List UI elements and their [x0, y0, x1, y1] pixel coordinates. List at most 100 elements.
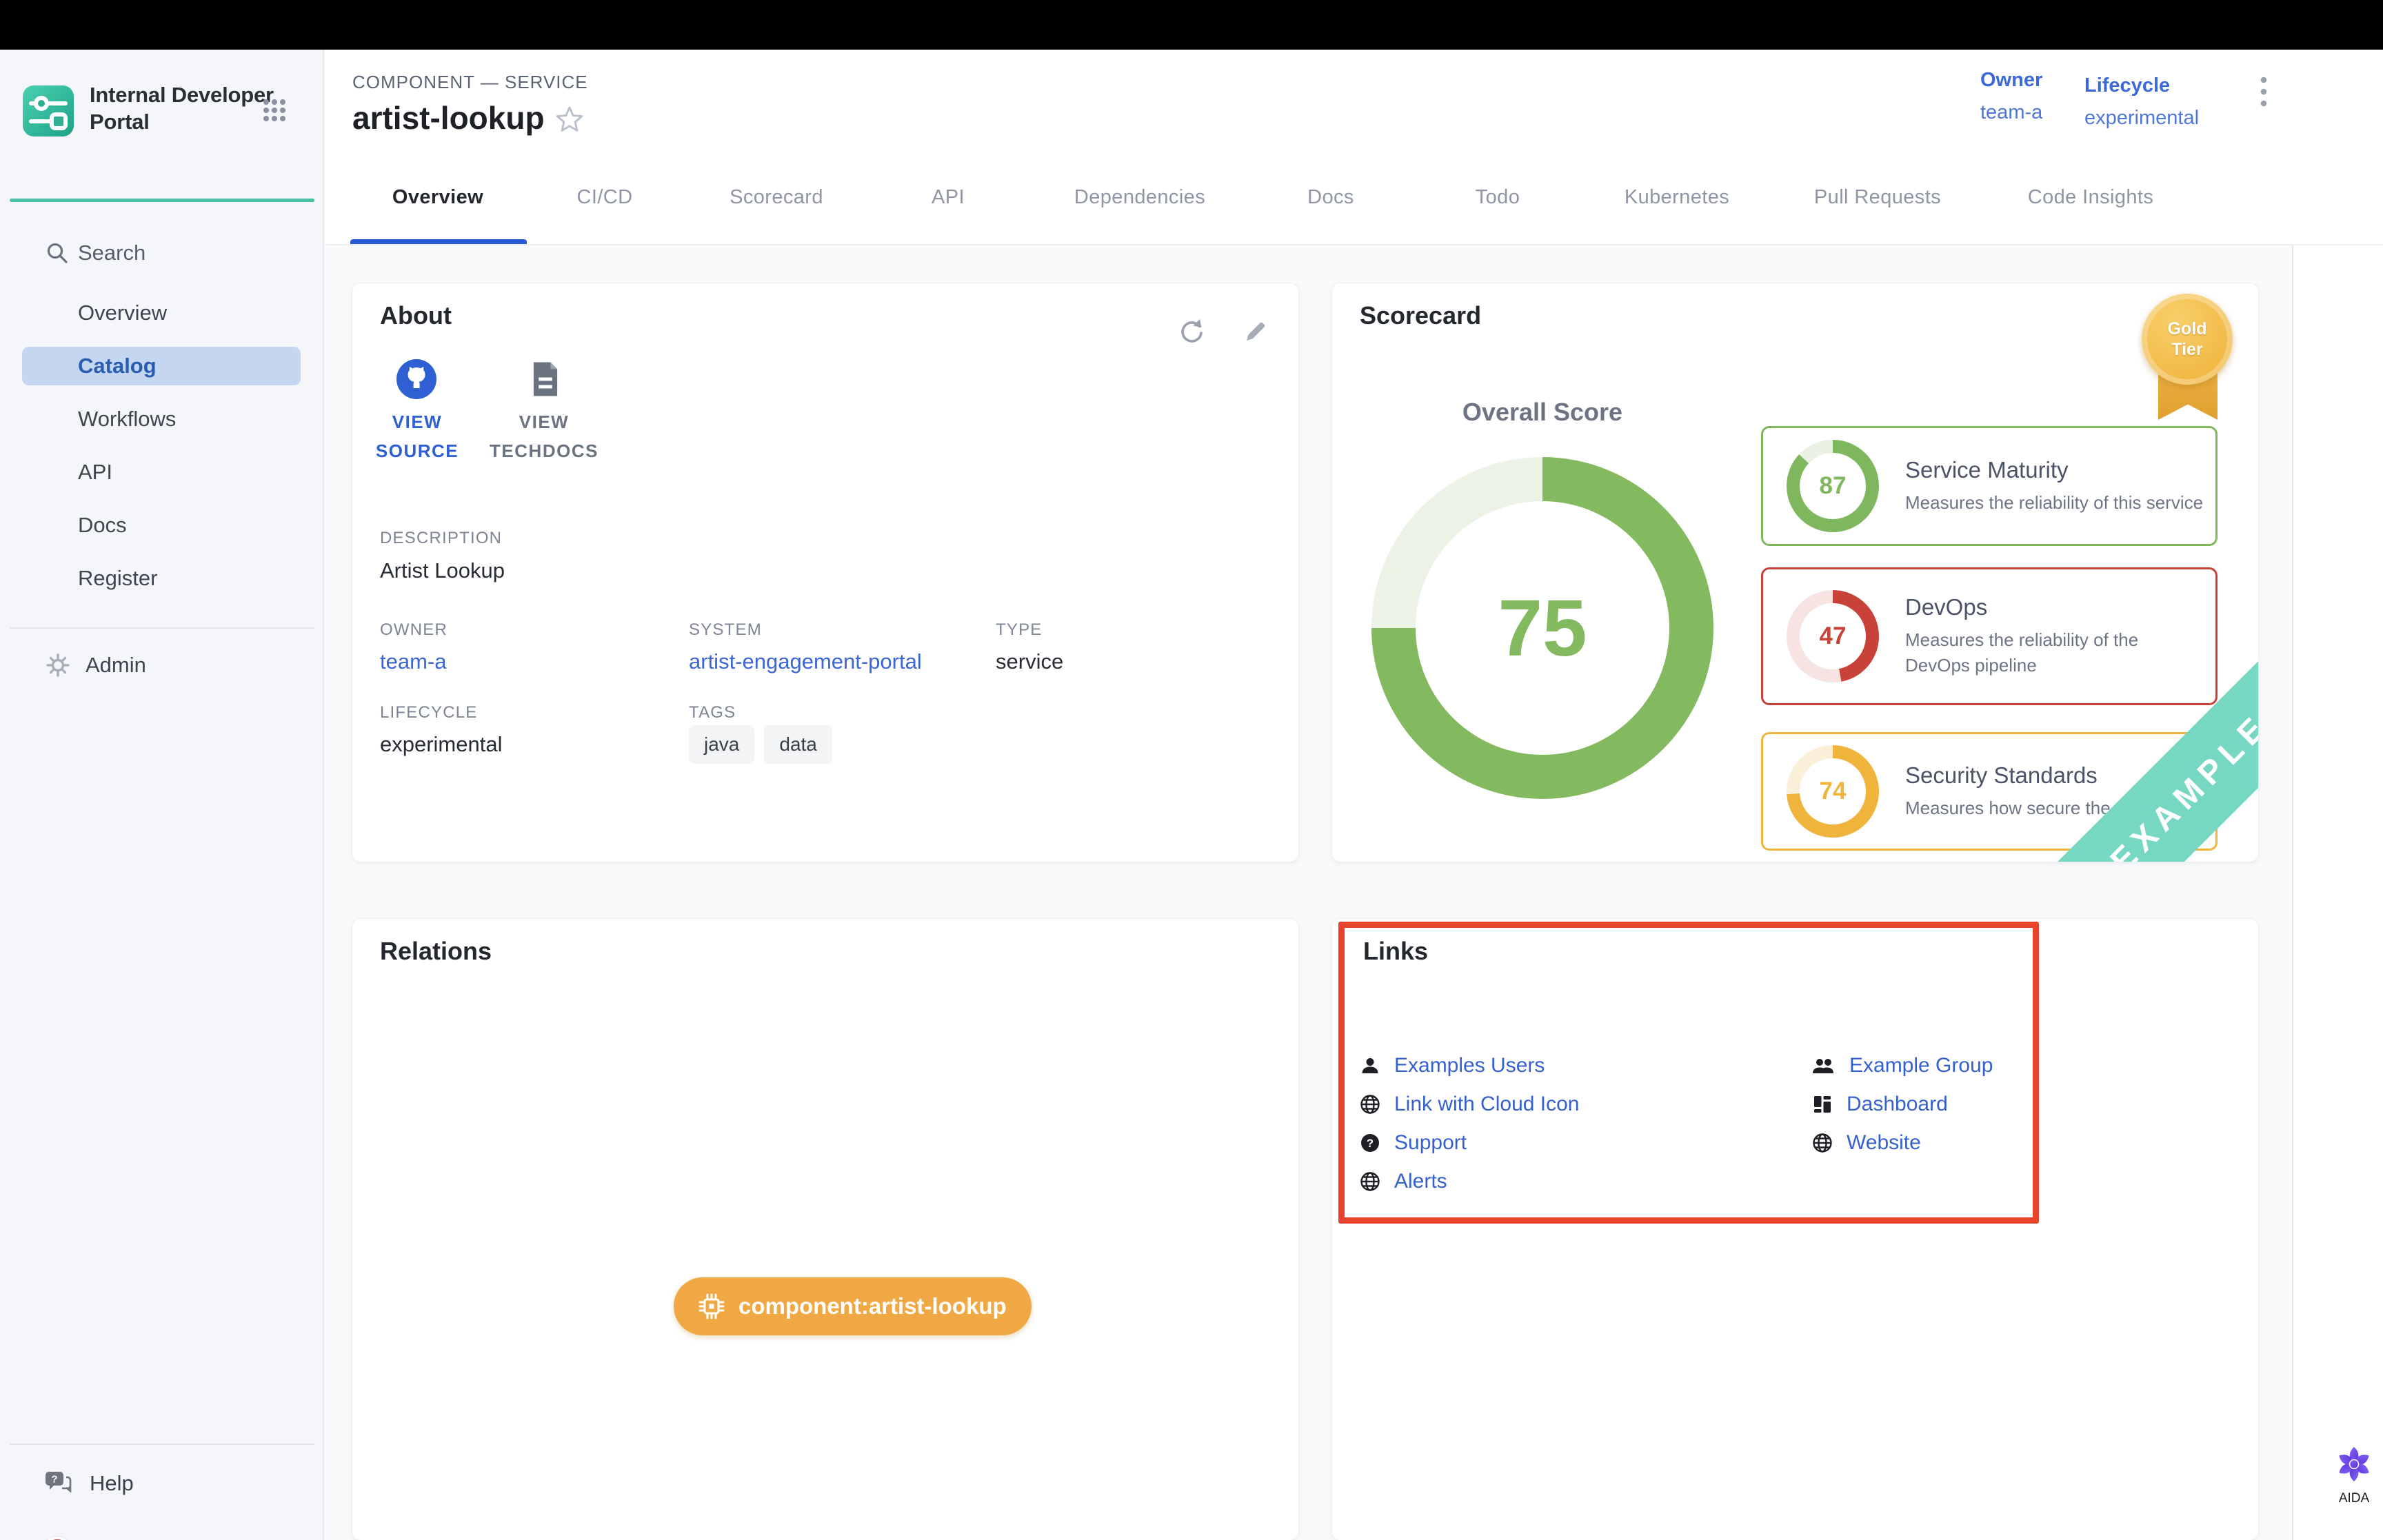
sidebar-item-api[interactable]: API: [22, 453, 301, 492]
apps-grid-icon[interactable]: [262, 98, 287, 123]
owner-value[interactable]: team-a: [1980, 101, 2042, 124]
page-title: artist-lookup: [352, 99, 545, 136]
view-source-link[interactable]: VIEW SOURCE: [361, 407, 473, 465]
tab-overview[interactable]: Overview: [392, 186, 483, 209]
link-label: Dashboard: [1847, 1093, 1948, 1116]
sidebar-item-label: Workflows: [78, 407, 176, 432]
right-panel: [2292, 50, 2383, 1540]
tab-scorecard[interactable]: Scorecard: [730, 186, 823, 209]
description-value: Artist Lookup: [380, 558, 505, 583]
app-name: Internal Developer Portal: [90, 81, 274, 135]
tab-kubernetes[interactable]: Kubernetes: [1625, 186, 1729, 209]
lifecycle-field-label: LIFECYCLE: [380, 703, 478, 722]
tab-pull-requests[interactable]: Pull Requests: [1814, 186, 1941, 209]
lifecycle-value: experimental: [2084, 107, 2199, 130]
tags-field-label: TAGS: [689, 703, 736, 722]
metric-name: Security Standards: [1905, 762, 2140, 789]
metric-name: Service Maturity: [1905, 457, 2203, 483]
user-icon: [1360, 1055, 1380, 1076]
owner-label: Owner: [1980, 69, 2042, 92]
avatar: DP: [41, 1537, 73, 1540]
sidebar-item-label: Overview: [78, 301, 167, 325]
link-label: Alerts: [1394, 1170, 1447, 1193]
metric-card-service-maturity[interactable]: 87 Service Maturity Measures the reliabi…: [1761, 426, 2218, 546]
sidebar-help[interactable]: ? Help: [0, 1464, 324, 1503]
tag-chip[interactable]: data: [764, 725, 832, 764]
globe-icon: [1812, 1133, 1833, 1153]
lifecycle-label: Lifecycle: [2084, 74, 2199, 97]
dashboard-icon: [1812, 1094, 1833, 1115]
metric-score: 74: [1820, 778, 1847, 805]
links-column-1: Examples Users Link with Cloud Icon ? Su…: [1360, 1050, 1579, 1204]
links-card: Links Examples Users Link with Cloud Ico…: [1332, 919, 2258, 1540]
link-dashboard[interactable]: Dashboard: [1812, 1088, 1993, 1120]
tab-api[interactable]: API: [932, 186, 965, 209]
owner-field-label: OWNER: [380, 620, 448, 640]
favorite-star-icon[interactable]: [554, 105, 585, 139]
metric-score: 87: [1820, 472, 1847, 500]
relation-node-label: component:artist-lookup: [738, 1293, 1007, 1319]
link-website[interactable]: Website: [1812, 1127, 1993, 1159]
links-title: Links: [1363, 937, 1428, 966]
sidebar-item-label: API: [78, 460, 112, 485]
relation-node-chip[interactable]: component:artist-lookup: [674, 1277, 1032, 1335]
help-chat-icon: ?: [44, 1470, 73, 1497]
aida-flower-icon: [2335, 1445, 2373, 1483]
aida-assistant-widget[interactable]: AIDA: [2329, 1445, 2379, 1506]
breadcrumb: COMPONENT — SERVICE: [352, 72, 588, 93]
tab-dependencies[interactable]: Dependencies: [1074, 186, 1205, 209]
help-label: Help: [90, 1471, 134, 1496]
sidebar-item-label: Docs: [78, 513, 127, 538]
link-support[interactable]: ? Support: [1360, 1127, 1579, 1159]
refresh-icon[interactable]: [1176, 316, 1207, 350]
sidebar-divider: [10, 627, 314, 629]
svg-text:?: ?: [51, 1474, 57, 1486]
github-icon[interactable]: [396, 359, 436, 403]
sidebar-search[interactable]: Search: [0, 232, 324, 274]
tab-todo[interactable]: Todo: [1476, 186, 1520, 209]
sidebar-item-overview[interactable]: Overview: [22, 294, 301, 332]
owner-block[interactable]: Owner team-a: [1980, 69, 2042, 124]
sidebar-item-catalog[interactable]: Catalog: [22, 347, 301, 385]
link-label: Examples Users: [1394, 1054, 1545, 1077]
tab-cicd[interactable]: CI/CD: [577, 186, 633, 209]
owner-field-value[interactable]: team-a: [380, 649, 446, 674]
sidebar-divider: [10, 1443, 314, 1445]
link-label: Support: [1394, 1131, 1467, 1155]
globe-icon: [1360, 1094, 1380, 1115]
tab-docs[interactable]: Docs: [1307, 186, 1354, 209]
gold-tier-badge: Gold Tier: [2142, 294, 2233, 385]
type-field-value: service: [996, 649, 1063, 674]
techdocs-doc-icon[interactable]: [530, 361, 561, 401]
tag-chip[interactable]: java: [689, 725, 754, 764]
description-label: DESCRIPTION: [380, 529, 502, 548]
link-examples-users[interactable]: Examples Users: [1360, 1050, 1579, 1082]
sidebar-item-register[interactable]: Register: [22, 559, 301, 598]
links-column-2: Example Group Dashboard Website: [1812, 1050, 1993, 1166]
sidebar-item-workflows[interactable]: Workflows: [22, 400, 301, 438]
edit-pencil-icon[interactable]: [1240, 316, 1271, 350]
tab-code-insights[interactable]: Code Insights: [2028, 186, 2154, 209]
relations-card: Relations component:artist-lookup: [352, 919, 1298, 1540]
tab-bar: Overview CI/CD Scorecard API Dependencie…: [325, 153, 2383, 245]
user-profile[interactable]: DP Debabrata Panigrahi: [0, 1530, 324, 1540]
search-icon: [46, 241, 69, 265]
view-techdocs-link[interactable]: VIEW TECHDOCS: [483, 407, 605, 465]
link-with-cloud-icon[interactable]: Link with Cloud Icon: [1360, 1088, 1579, 1120]
sidebar-header: Internal Developer Portal: [0, 77, 324, 181]
sidebar-item-docs[interactable]: Docs: [22, 506, 301, 545]
app-logo-icon[interactable]: [23, 85, 74, 136]
metric-name: DevOps: [1905, 594, 2195, 620]
sidebar-item-admin[interactable]: Admin: [22, 646, 301, 685]
active-tab-indicator: [350, 239, 527, 244]
metric-description: Measures the reliability of the DevOps p…: [1905, 627, 2195, 678]
overall-score-label: Overall Score: [1405, 398, 1680, 427]
metric-card-devops[interactable]: 47 DevOps Measures the reliability of th…: [1761, 567, 2218, 705]
link-example-group[interactable]: Example Group: [1812, 1050, 1993, 1082]
system-field-value[interactable]: artist-engagement-portal: [689, 649, 922, 674]
question-circle-icon: ?: [1360, 1133, 1380, 1153]
overall-donut-hole: 75: [1416, 501, 1669, 755]
relations-title: Relations: [380, 937, 492, 966]
kebab-menu-icon[interactable]: [2260, 76, 2268, 111]
link-alerts[interactable]: Alerts: [1360, 1166, 1579, 1197]
